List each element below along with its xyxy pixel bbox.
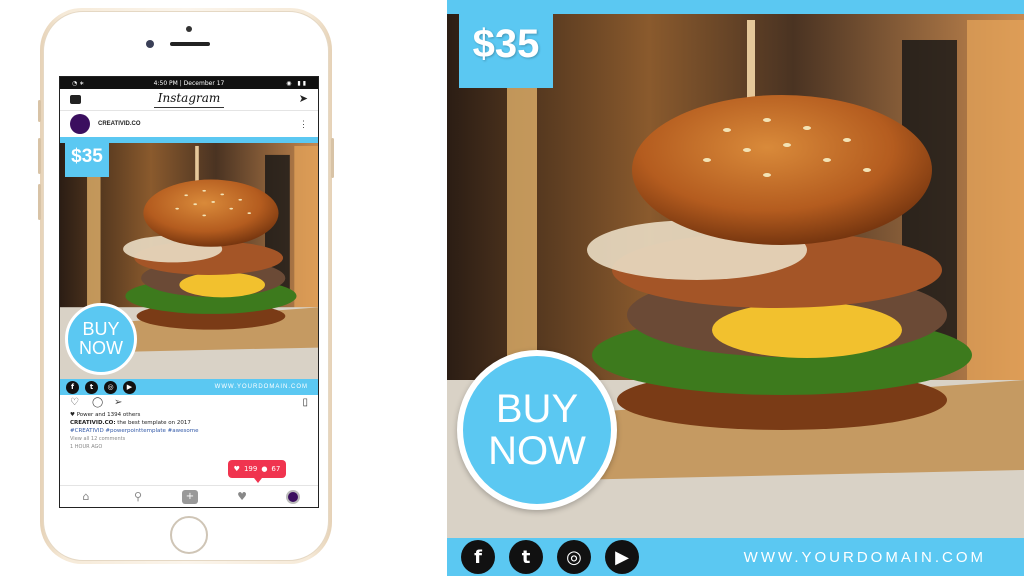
buy-label-line1: BUY xyxy=(82,319,120,339)
phone-screen: ◔ ∗ 4:50 PM | December 17 ◉ ▮▮ Instagram… xyxy=(59,76,319,508)
avatar[interactable] xyxy=(70,114,90,134)
large-post-preview: $35 BUY NOW f t ◎ ▶ WWW.YOURDOMAIN.COM xyxy=(447,0,1024,576)
likes-text: Power and 1394 others xyxy=(76,412,141,418)
post-header: CREATIVID.CO ⋮ xyxy=(60,111,318,137)
post-username[interactable]: CREATIVID.CO xyxy=(98,121,141,127)
mute-switch xyxy=(38,100,41,122)
share-icon[interactable]: ➢ xyxy=(114,397,126,409)
instagram-icon[interactable]: ◎ xyxy=(557,540,591,574)
activity-notification-badge[interactable]: ♥ 199 ● 67 xyxy=(228,460,286,483)
volume-up-button xyxy=(38,138,41,174)
volume-down-button xyxy=(38,184,41,220)
notif-like-count: 199 xyxy=(243,465,258,473)
post-actions: ♡ ◯ ➢ ▯ xyxy=(60,395,318,411)
instagram-header: Instagram ➤ xyxy=(60,89,318,111)
phone-body: ◔ ∗ 4:50 PM | December 17 ◉ ▮▮ Instagram… xyxy=(43,11,329,561)
buy-label-line2-large: NOW xyxy=(488,429,586,473)
post-time: 1 HOUR AGO xyxy=(70,444,103,450)
comment-icon[interactable]: ◯ xyxy=(92,397,104,409)
caption-line: CREATIVID.CO: the best template on 2017 xyxy=(70,419,308,427)
earpiece-speaker xyxy=(170,42,210,46)
power-button xyxy=(331,138,334,178)
domain-text: WWW.YOURDOMAIN.COM xyxy=(214,384,308,390)
profile-icon[interactable] xyxy=(286,489,300,504)
instagram-icon[interactable]: ◎ xyxy=(104,380,117,394)
home-icon[interactable]: ⌂ xyxy=(78,490,94,504)
bookmark-icon[interactable]: ▯ xyxy=(302,397,308,408)
caption-text: the best template on 2017 xyxy=(115,420,191,426)
post-image[interactable]: $35 BUY NOW f t ◎ ▶ WWW.YOURDOMAIN.COM xyxy=(60,137,318,395)
like-icon[interactable]: ♡ xyxy=(70,397,82,409)
bottom-tab-bar: ⌂ ⚲ + ♥ xyxy=(60,485,318,507)
notif-follow-count: 67 xyxy=(271,465,281,473)
post-caption: ♥ Power and 1394 others CREATIVID.CO: th… xyxy=(60,411,318,451)
status-time: 4:50 PM | December 17 xyxy=(153,79,225,87)
front-sensor xyxy=(186,26,192,32)
caption-user[interactable]: CREATIVID.CO: xyxy=(70,420,116,426)
app-title: Instagram xyxy=(153,91,225,108)
front-camera xyxy=(146,40,154,48)
youtube-icon[interactable]: ▶ xyxy=(605,540,639,574)
facebook-icon[interactable]: f xyxy=(461,540,495,574)
home-button[interactable] xyxy=(170,516,208,554)
heart-icon: ♥ xyxy=(233,465,240,473)
twitter-icon[interactable]: t xyxy=(509,540,543,574)
canvas: ◔ ∗ 4:50 PM | December 17 ◉ ▮▮ Instagram… xyxy=(0,0,1024,576)
price-tag-large: $35 xyxy=(459,0,553,88)
battery-icon: ◉ ▮▮ xyxy=(286,79,308,87)
domain-text-large: WWW.YOURDOMAIN.COM xyxy=(743,548,986,566)
buy-label-line1-large: BUY xyxy=(495,387,579,431)
facebook-icon[interactable]: f xyxy=(66,380,79,394)
search-icon[interactable]: ⚲ xyxy=(130,490,146,504)
camera-icon[interactable] xyxy=(70,95,81,104)
person-icon: ● xyxy=(261,465,268,473)
wifi-icon: ◔ ∗ xyxy=(72,79,85,87)
status-bar: ◔ ∗ 4:50 PM | December 17 ◉ ▮▮ xyxy=(60,77,318,89)
post-footer-bar: f t ◎ ▶ WWW.YOURDOMAIN.COM xyxy=(60,379,318,395)
buy-label-line2: NOW xyxy=(79,338,123,358)
buy-now-badge[interactable]: BUY NOW xyxy=(65,303,137,375)
add-post-icon[interactable]: + xyxy=(182,489,198,504)
footer-bar-large: f t ◎ ▶ WWW.YOURDOMAIN.COM xyxy=(447,538,1024,576)
send-icon[interactable]: ➤ xyxy=(299,92,308,105)
likes-line: ♥ Power and 1394 others xyxy=(70,412,141,418)
buy-now-badge-large[interactable]: BUY NOW xyxy=(457,350,617,510)
hashtags[interactable]: #CREATIVID #powerpointtemplate #awesome xyxy=(70,427,308,435)
phone-mockup: ◔ ∗ 4:50 PM | December 17 ◉ ▮▮ Instagram… xyxy=(38,8,334,564)
price-tag: $35 xyxy=(65,137,109,177)
twitter-icon[interactable]: t xyxy=(85,380,98,394)
view-comments-link[interactable]: View all 12 comments xyxy=(70,435,308,443)
activity-heart-icon[interactable]: ♥ xyxy=(234,490,250,504)
more-options-icon[interactable]: ⋮ xyxy=(299,119,308,130)
youtube-icon[interactable]: ▶ xyxy=(123,380,136,394)
